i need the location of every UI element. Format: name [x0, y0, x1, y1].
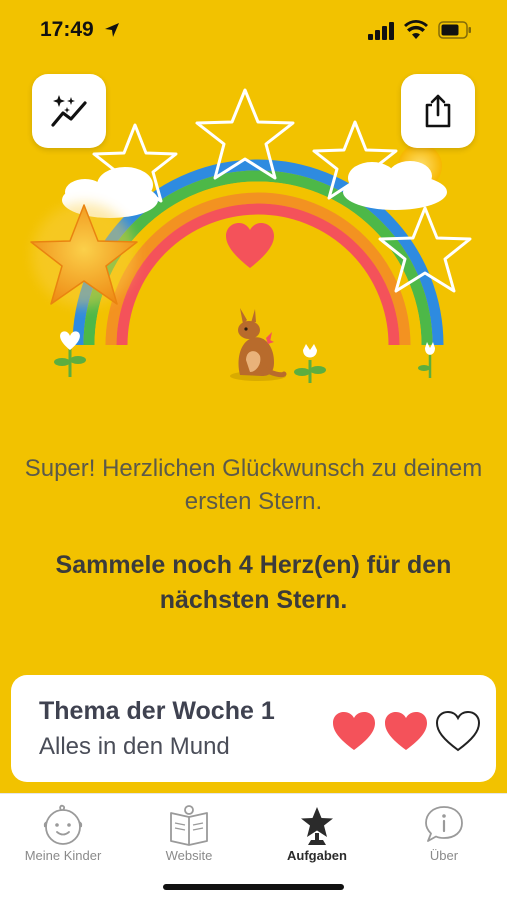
trophy-star-icon [301, 807, 333, 845]
location-arrow-icon [105, 23, 119, 37]
baby-face-icon [43, 804, 83, 845]
heart-filled-icon [385, 712, 427, 750]
info-bubble-icon [425, 806, 463, 842]
sparkle-chart-icon [51, 95, 87, 127]
theme-subtitle: Alles in den Mund [39, 733, 230, 760]
home-indicator [163, 884, 344, 890]
theme-card[interactable]: Thema der Woche 1 Alles in den Mund [11, 675, 496, 782]
share-button[interactable] [401, 74, 475, 148]
tab-website[interactable]: Website [134, 802, 244, 863]
heart-filled-icon [333, 712, 375, 750]
share-icon [425, 94, 451, 128]
congrats-message: Super! Herzlichen Glückwunsch zu deinem … [24, 455, 483, 515]
tab-label: Website [165, 848, 213, 863]
battery-icon [438, 21, 471, 39]
wifi-icon [404, 20, 428, 39]
status-bar: 17:49 [0, 0, 507, 64]
center-heart [226, 223, 274, 268]
cellular-signal-icon [368, 22, 394, 40]
kangaroo [230, 308, 287, 381]
tab-label: Aufgaben [287, 848, 347, 863]
book-icon [170, 805, 208, 846]
collect-hearts-message: Sammele noch 4 Herz(en) für den nächsten… [55, 551, 452, 614]
tab-label: Meine Kinder [24, 848, 102, 863]
tab-label: Über [429, 848, 459, 863]
heart-progress [331, 710, 481, 752]
progress-sparkle-button[interactable] [32, 74, 106, 148]
theme-title: Thema der Woche 1 [39, 697, 275, 725]
flower-middle [294, 344, 326, 383]
heart-empty-icon [435, 710, 481, 752]
tab-aufgaben[interactable]: Aufgaben [262, 802, 372, 863]
flower-right [418, 342, 435, 378]
tab-meine-kinder[interactable]: Meine Kinder [8, 802, 118, 863]
status-time: 17:49 [40, 18, 94, 41]
tab-ueber[interactable]: Über [389, 802, 499, 863]
